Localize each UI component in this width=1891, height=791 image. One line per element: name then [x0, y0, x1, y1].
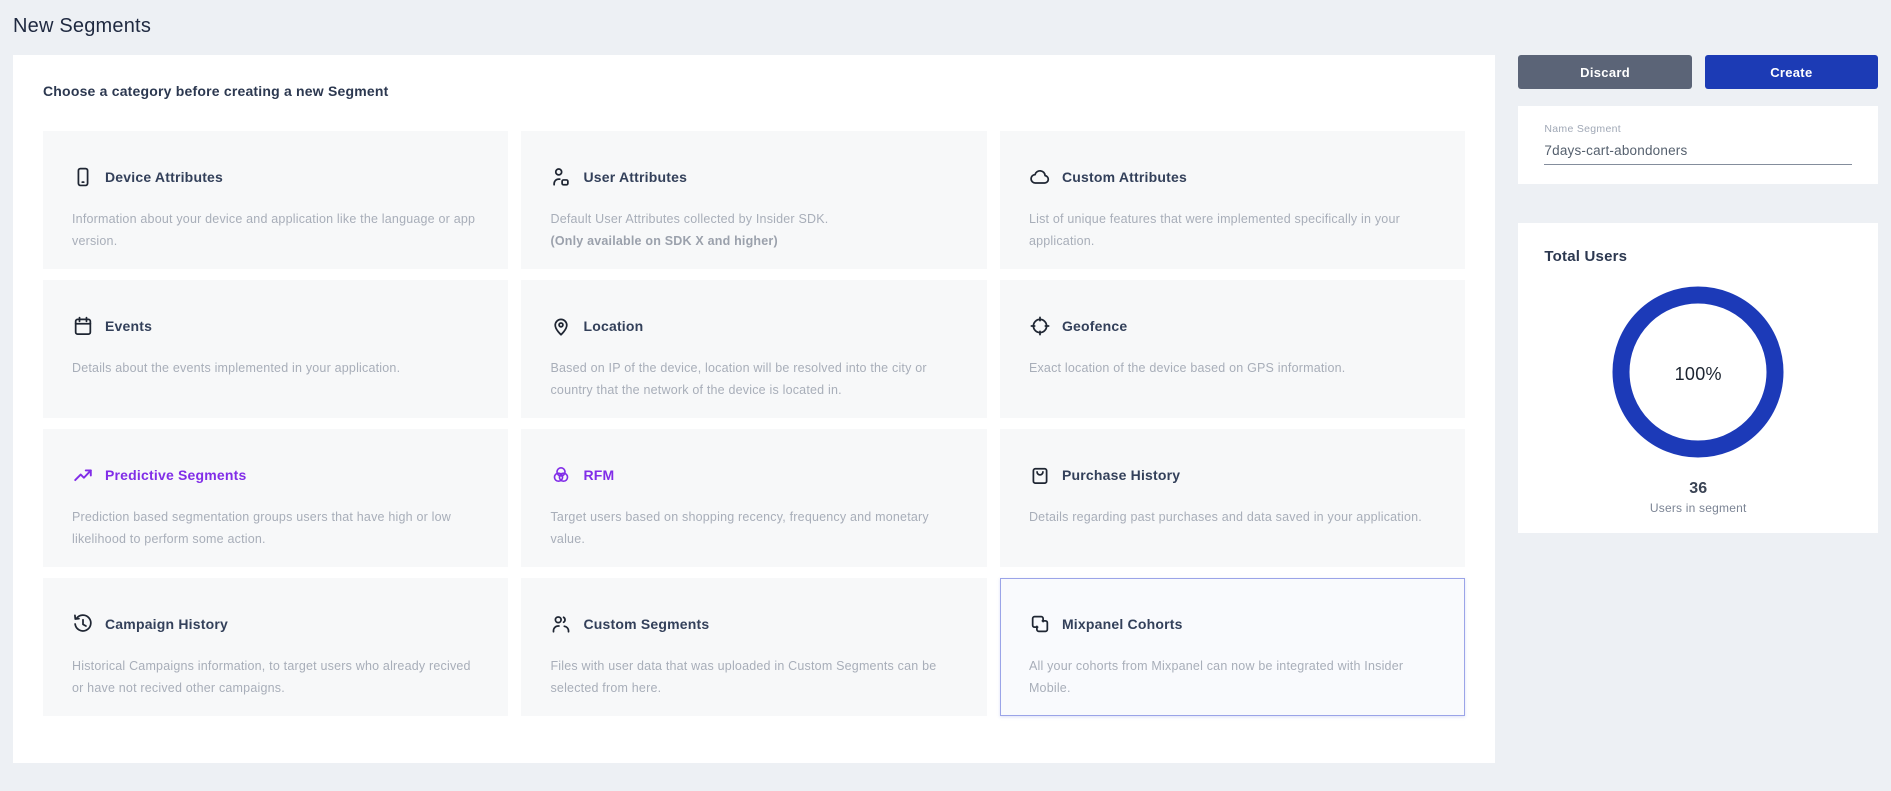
card-title: RFM	[583, 467, 614, 483]
name-segment-input[interactable]	[1544, 141, 1852, 165]
card-title: User Attributes	[583, 169, 687, 185]
card-title: Location	[583, 318, 643, 334]
category-panel: Choose a category before creating a new …	[13, 55, 1495, 763]
card-description: Based on IP of the device, location will…	[550, 357, 957, 401]
card-head: User Attributes	[550, 166, 957, 188]
category-card-purchase-history[interactable]: Purchase History Details regarding past …	[1000, 429, 1465, 567]
total-users-donut: 100%	[1603, 277, 1793, 472]
card-head: Campaign History	[72, 613, 479, 635]
category-card-geofence[interactable]: Geofence Exact location of the device ba…	[1000, 280, 1465, 418]
create-button[interactable]: Create	[1705, 55, 1878, 89]
map-pin-icon	[550, 315, 572, 337]
card-head: Location	[550, 315, 957, 337]
segment-sidebar: Discard Create Name Segment Total Users …	[1518, 55, 1878, 533]
panel-heading: Choose a category before creating a new …	[43, 83, 1465, 99]
shopping-bag-icon	[1029, 464, 1051, 486]
card-title: Mixpanel Cohorts	[1062, 616, 1183, 632]
users-count: 36	[1544, 480, 1852, 498]
card-note: (Only available on SDK X and higher)	[550, 230, 957, 252]
category-card-custom-attributes[interactable]: Custom Attributes List of unique feature…	[1000, 131, 1465, 269]
category-card-user-attributes[interactable]: User Attributes Default User Attributes …	[521, 131, 986, 269]
total-users-heading: Total Users	[1544, 248, 1852, 265]
cloud-icon	[1029, 166, 1051, 188]
category-cards-grid: Device Attributes Information about your…	[43, 131, 1465, 716]
card-head: Events	[72, 315, 479, 337]
card-description: List of unique features that were implem…	[1029, 208, 1436, 252]
card-title: Device Attributes	[105, 169, 223, 185]
history-clock-icon	[72, 613, 94, 635]
category-card-custom-segments[interactable]: Custom Segments Files with user data tha…	[521, 578, 986, 716]
discard-button[interactable]: Discard	[1518, 55, 1691, 89]
card-description: Target users based on shopping recency, …	[550, 506, 957, 550]
card-head: Mixpanel Cohorts	[1029, 613, 1436, 635]
card-description: Default User Attributes collected by Ins…	[550, 208, 957, 230]
action-buttons: Discard Create	[1518, 55, 1878, 89]
card-title: Events	[105, 318, 152, 334]
card-description: Prediction based segmentation groups use…	[72, 506, 479, 550]
user-icon	[550, 166, 572, 188]
card-title: Geofence	[1062, 318, 1127, 334]
category-card-predictive-segments[interactable]: Predictive Segments Prediction based seg…	[43, 429, 508, 567]
users-icon	[550, 613, 572, 635]
name-segment-label: Name Segment	[1544, 123, 1852, 135]
card-description: All your cohorts from Mixpanel can now b…	[1029, 655, 1436, 699]
page-title: New Segments	[13, 15, 1891, 38]
card-title: Custom Segments	[583, 616, 709, 632]
card-head: Purchase History	[1029, 464, 1436, 486]
card-title: Custom Attributes	[1062, 169, 1187, 185]
card-description: Information about your device and applic…	[72, 208, 479, 252]
trending-up-icon	[72, 464, 94, 486]
linked-squares-icon	[1029, 613, 1051, 635]
card-title: Predictive Segments	[105, 467, 247, 483]
card-description: Exact location of the device based on GP…	[1029, 357, 1436, 379]
name-segment-card: Name Segment	[1518, 106, 1878, 184]
card-head: Custom Segments	[550, 613, 957, 635]
total-users-card: Total Users 100% 36 Users in segment	[1518, 223, 1878, 533]
card-head: Device Attributes	[72, 166, 479, 188]
card-head: Custom Attributes	[1029, 166, 1436, 188]
card-title: Campaign History	[105, 616, 228, 632]
category-card-mixpanel-cohorts[interactable]: Mixpanel Cohorts All your cohorts from M…	[1000, 578, 1465, 716]
smartphone-icon	[72, 166, 94, 188]
category-card-events[interactable]: Events Details about the events implemen…	[43, 280, 508, 418]
card-title: Purchase History	[1062, 467, 1180, 483]
category-card-location[interactable]: Location Based on IP of the device, loca…	[521, 280, 986, 418]
calendar-icon	[72, 315, 94, 337]
card-head: RFM	[550, 464, 957, 486]
card-description: Files with user data that was uploaded i…	[550, 655, 957, 699]
geofence-icon	[1029, 315, 1051, 337]
card-description: Details about the events implemented in …	[72, 357, 479, 379]
category-card-rfm[interactable]: RFM Target users based on shopping recen…	[521, 429, 986, 567]
page-layout: Choose a category before creating a new …	[0, 55, 1891, 763]
card-description: Historical Campaigns information, to tar…	[72, 655, 479, 699]
card-description: Details regarding past purchases and dat…	[1029, 506, 1436, 528]
category-card-device-attributes[interactable]: Device Attributes Information about your…	[43, 131, 508, 269]
card-head: Geofence	[1029, 315, 1436, 337]
venn-diagram-icon	[550, 464, 572, 486]
donut-percent-label: 100%	[1603, 277, 1793, 472]
category-card-campaign-history[interactable]: Campaign History Historical Campaigns in…	[43, 578, 508, 716]
users-count-caption: Users in segment	[1544, 501, 1852, 515]
card-head: Predictive Segments	[72, 464, 479, 486]
